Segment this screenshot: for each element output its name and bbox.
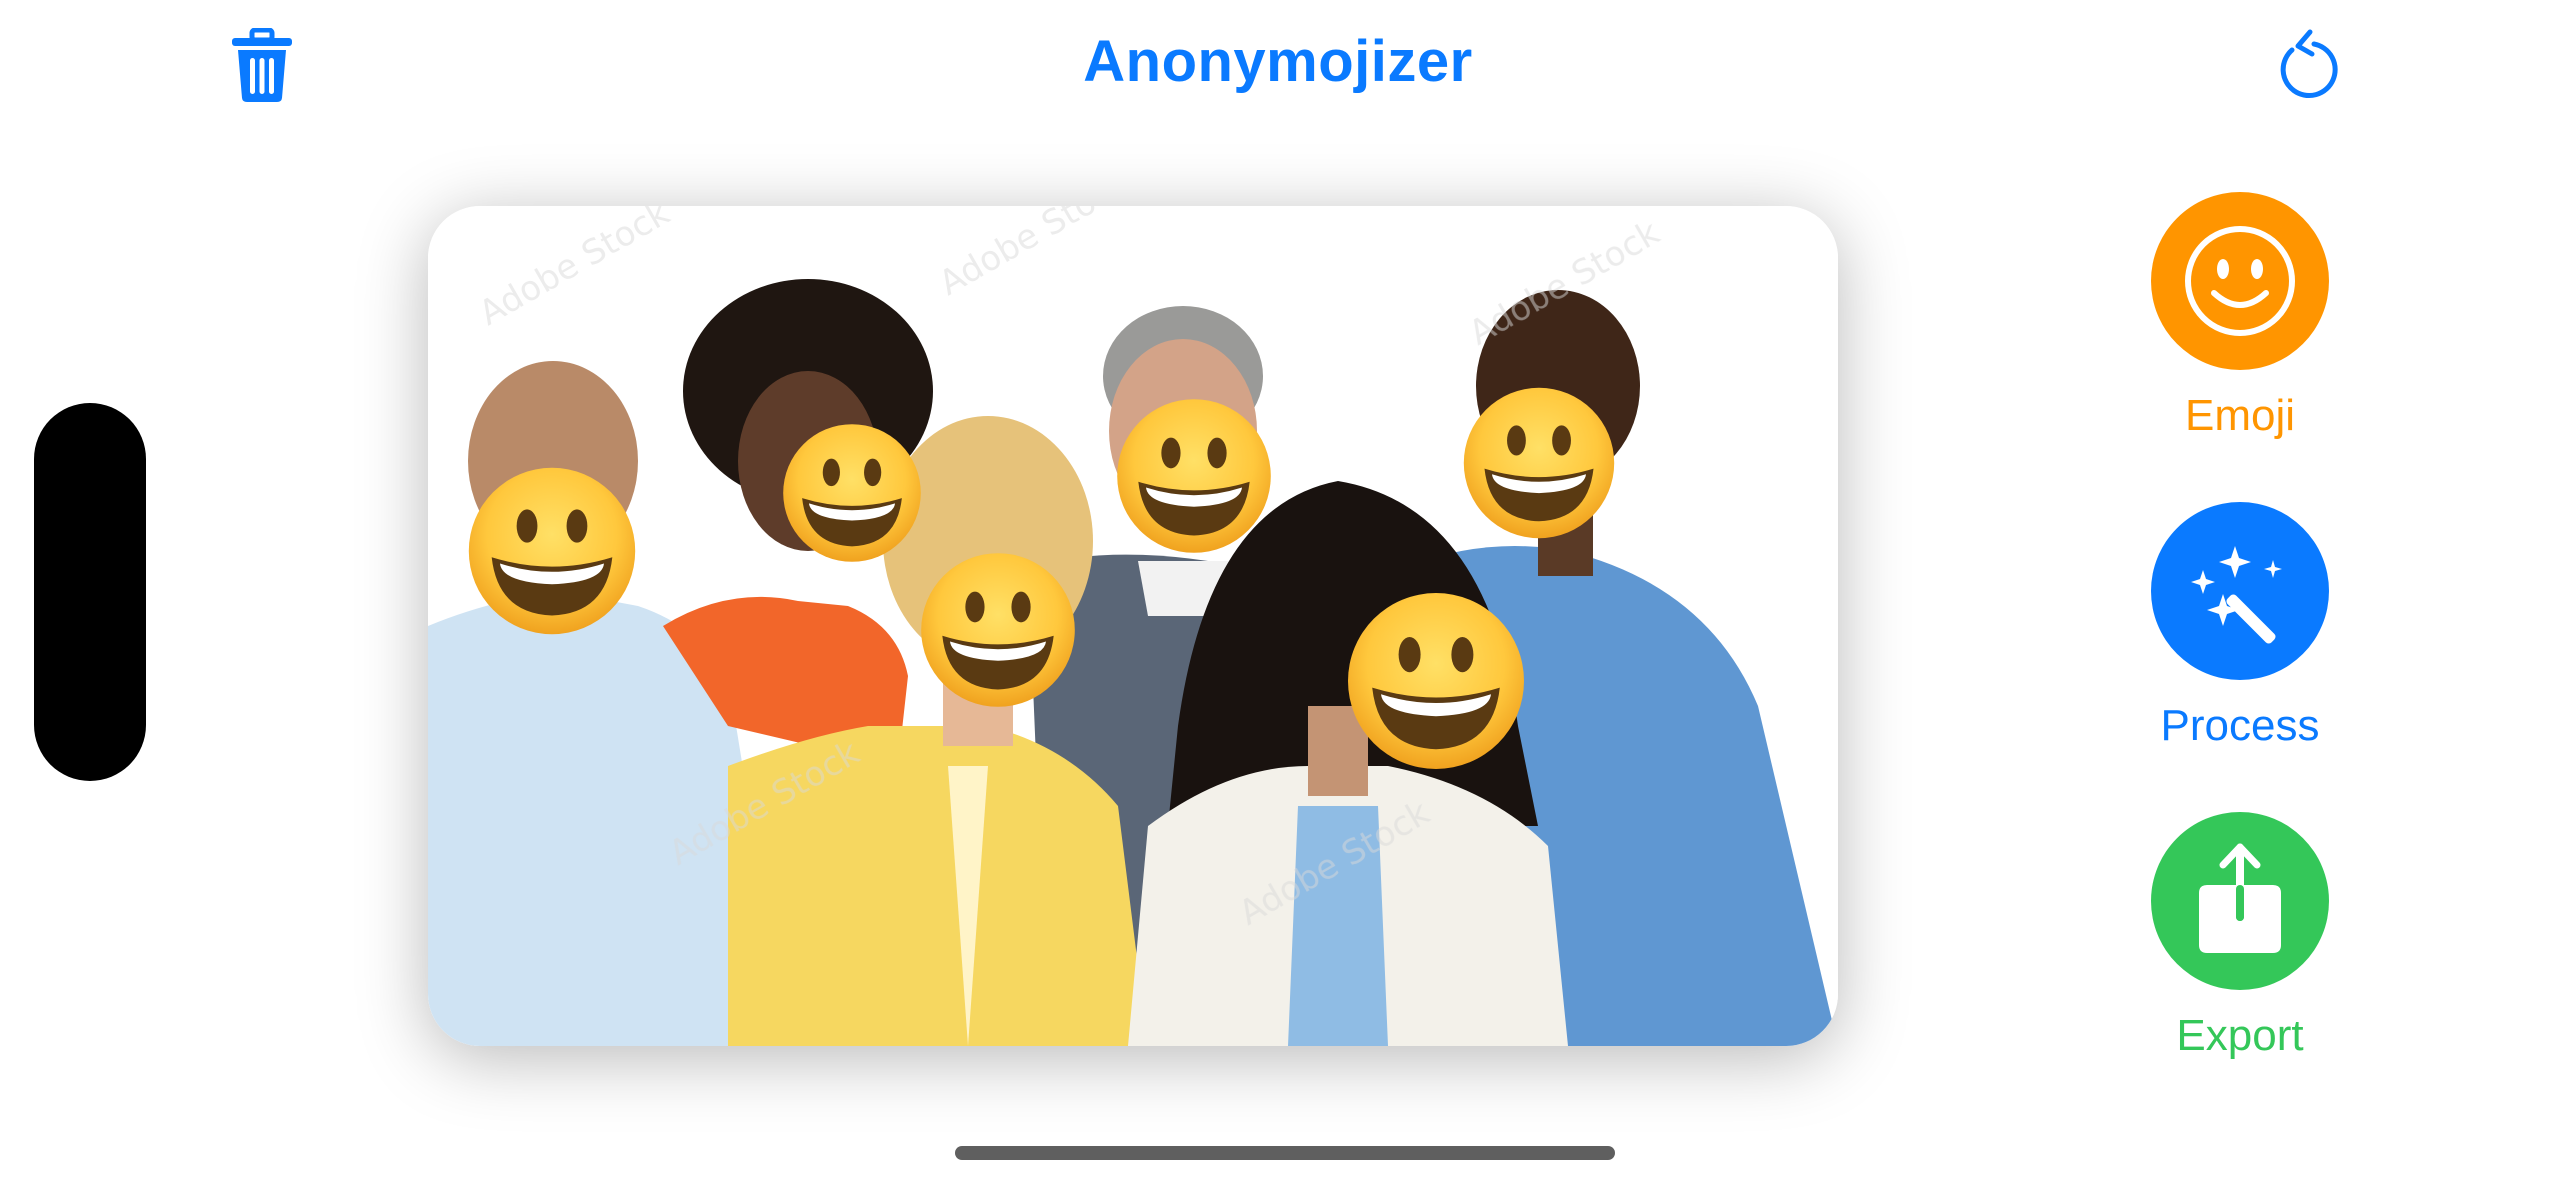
group-photo-image: Adobe Stock Adobe Stock Adobe Stock Adob…: [428, 206, 1838, 1046]
process-action[interactable]: Process: [2110, 502, 2370, 752]
emoji-label: Emoji: [2184, 391, 2296, 440]
process-label: Process: [2160, 701, 2320, 750]
export-button[interactable]: [2151, 812, 2329, 990]
process-button[interactable]: [2151, 502, 2329, 680]
magic-wand-icon: [2191, 546, 2282, 644]
home-indicator[interactable]: [955, 1146, 1615, 1160]
camera-cutout: [34, 403, 146, 781]
share-icon: [2199, 843, 2281, 953]
page-title: Anonymojizer: [1083, 29, 1473, 94]
undo-icon: [2280, 29, 2338, 99]
photo-preview[interactable]: Adobe Stock Adobe Stock Adobe Stock Adob…: [428, 206, 1838, 1046]
emoji-button[interactable]: [2151, 192, 2329, 370]
undo-button[interactable]: [2268, 24, 2352, 108]
emoji-action[interactable]: Emoji: [2110, 192, 2370, 442]
export-action[interactable]: Export: [2110, 812, 2370, 1062]
app-screen: Anonymojizer Adobe Stock Adobe Stock Ado…: [0, 0, 2556, 1179]
smiley-icon: [2185, 226, 2295, 336]
export-label: Export: [2176, 1011, 2304, 1060]
